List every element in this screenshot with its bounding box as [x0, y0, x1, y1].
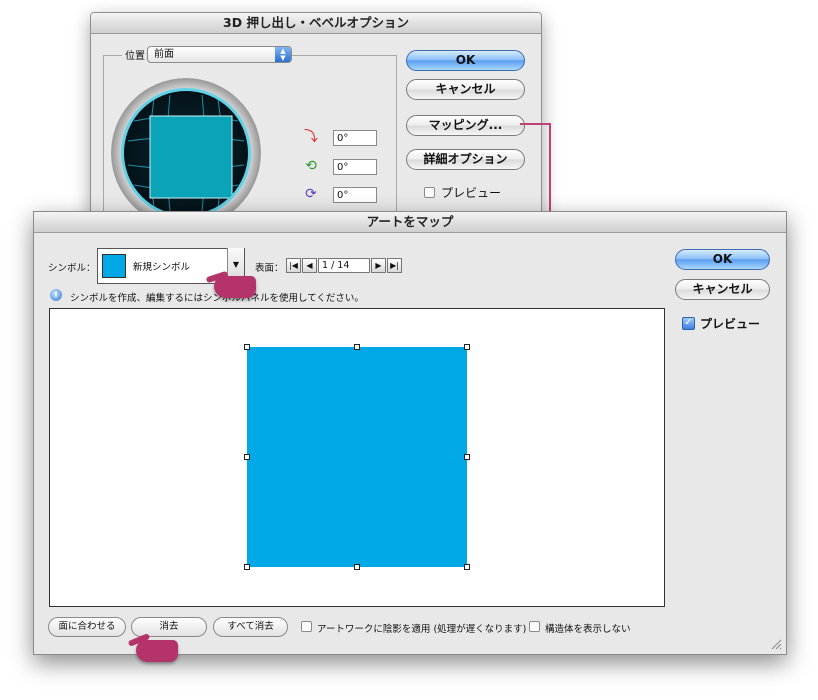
invisible-geometry-label: 構造体を表示しない: [545, 624, 631, 635]
position-select[interactable]: 前面 ▲ ▼: [147, 46, 292, 63]
position-select-value: 前面: [154, 49, 174, 60]
resize-grip-icon[interactable]: [770, 638, 782, 650]
info-icon: i: [50, 289, 62, 301]
x-rotation-icon: ⤵: [304, 129, 318, 145]
resize-handle[interactable]: [464, 344, 470, 350]
resize-handle[interactable]: [464, 454, 470, 460]
extrude-bevel-dialog: 3D 押し出し・ベベルオプション 位置： 前面 ▲ ▼ ⤵ 0° ⟲ 0° ⟳ …: [90, 12, 542, 229]
scale-to-fit-button[interactable]: 面に合わせる: [48, 617, 126, 637]
back-ok-button[interactable]: OK: [406, 50, 525, 71]
extrude-bevel-title: 3D 押し出し・ベベルオプション: [91, 13, 541, 34]
select-arrows-icon: ▲ ▼: [275, 47, 291, 62]
resize-handle[interactable]: [244, 564, 250, 570]
front-cancel-button[interactable]: キャンセル: [675, 279, 770, 300]
back-preview-label: プレビュー: [441, 186, 502, 200]
resize-handle[interactable]: [244, 454, 250, 460]
mapping-button[interactable]: マッピング...: [406, 115, 525, 136]
resize-handle[interactable]: [464, 564, 470, 570]
shade-artwork-checkbox[interactable]: [301, 621, 312, 632]
surface-label: 表面：: [255, 263, 284, 274]
z-rotation-icon: ⟳: [305, 186, 317, 202]
next-surface-button[interactable]: ▶: [371, 258, 386, 273]
track-cube-sphere[interactable]: [121, 88, 251, 218]
position-group: 位置： 前面 ▲ ▼ ⤵ 0° ⟲ 0° ⟳ 0°: [103, 46, 397, 228]
last-surface-button[interactable]: ▶|: [387, 258, 402, 273]
back-cancel-button[interactable]: キャンセル: [406, 79, 525, 100]
y-rotation-icon: ⟲: [305, 158, 317, 174]
resize-handle[interactable]: [354, 564, 360, 570]
map-art-dialog: アートをマップ シンボル： 新規シンボル ▼ 表面： |◀ ◀ 1 / 14 ▶…: [33, 211, 787, 655]
front-preview-checkbox[interactable]: ✓: [682, 317, 695, 330]
sphere-grid-icon: [127, 94, 245, 212]
z-rotation-field[interactable]: 0°: [333, 187, 377, 203]
y-rotation-field[interactable]: 0°: [333, 159, 377, 175]
shade-artwork-label: アートワークに陰影を適用 (処理が遅くなります): [317, 624, 527, 635]
front-preview-label: プレビュー: [700, 317, 761, 331]
clear-all-button[interactable]: すべて消去: [213, 617, 288, 637]
map-art-title: アートをマップ: [34, 212, 786, 233]
first-surface-button[interactable]: |◀: [286, 258, 301, 273]
surface-field[interactable]: 1 / 14: [318, 258, 370, 273]
pointing-hand-icon: [205, 270, 256, 300]
invisible-geometry-checkbox[interactable]: [529, 621, 540, 632]
mapped-symbol-art[interactable]: [247, 347, 467, 567]
pointer-line: [520, 123, 550, 125]
map-preview-canvas[interactable]: [49, 308, 665, 607]
previous-surface-button[interactable]: ◀: [302, 258, 317, 273]
x-rotation-field[interactable]: 0°: [333, 130, 377, 146]
symbol-label: シンボル：: [48, 263, 96, 274]
resize-handle[interactable]: [244, 344, 250, 350]
symbol-select-value: 新規シンボル: [133, 262, 191, 273]
pointer-line-vertical: [549, 123, 551, 221]
pointing-hand-icon: [127, 633, 178, 665]
front-ok-button[interactable]: OK: [675, 249, 770, 270]
symbol-swatch: [102, 254, 126, 278]
resize-handle[interactable]: [354, 344, 360, 350]
back-preview-checkbox[interactable]: [424, 187, 435, 198]
more-options-button[interactable]: 詳細オプション: [406, 149, 525, 170]
